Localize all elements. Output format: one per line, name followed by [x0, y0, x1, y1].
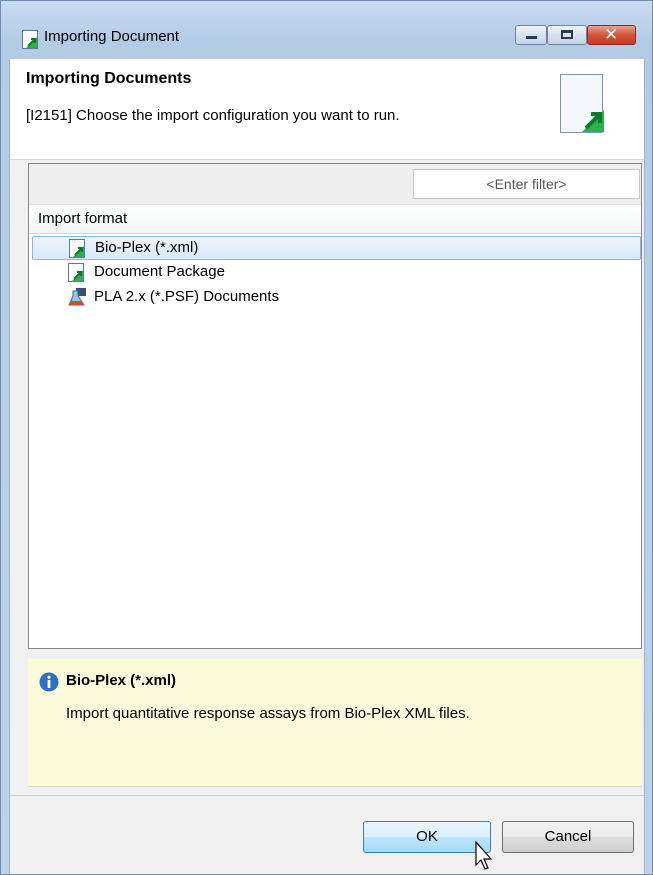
maximize-button[interactable]: [547, 25, 587, 45]
import-format-panel: Import format Bio-Plex (*.xml) Document …: [28, 163, 642, 649]
list-item-pla-psf[interactable]: PLA 2.x (*.PSF) Documents: [32, 286, 641, 310]
list-item-label: Bio-Plex (*.xml): [95, 239, 199, 256]
page-message: [I2151] Choose the import configuration …: [26, 107, 400, 124]
minimize-icon: [526, 36, 537, 39]
page-title: Importing Documents: [26, 70, 192, 87]
button-bar-separator: [10, 795, 644, 796]
window-title: Importing Document: [44, 28, 180, 45]
title-bar[interactable]: Importing Document ✕: [1, 1, 652, 59]
import-wizard-icon: [560, 74, 604, 133]
pla-flask-icon: [68, 288, 86, 306]
filter-bar: [29, 164, 641, 205]
list-item-label: Document Package: [94, 263, 225, 280]
import-document-icon: [22, 30, 38, 49]
import-document-icon: [68, 263, 84, 282]
info-icon: [39, 672, 59, 692]
description-title: Bio-Plex (*.xml): [66, 672, 177, 689]
close-icon: ✕: [604, 25, 619, 45]
ok-button[interactable]: OK: [363, 821, 491, 853]
maximize-icon: [561, 30, 573, 39]
dialog-body: Importing Documents [I2151] Choose the i…: [9, 59, 645, 874]
close-button[interactable]: ✕: [587, 25, 636, 45]
column-header-import-format[interactable]: Import format: [29, 205, 641, 234]
import-dialog-window: Importing Document ✕ Importing Documents…: [0, 0, 653, 875]
cancel-button[interactable]: Cancel: [502, 821, 634, 853]
list-item-document-package[interactable]: Document Package: [32, 261, 641, 285]
import-document-icon: [69, 239, 85, 258]
list-item-label: PLA 2.x (*.PSF) Documents: [94, 288, 280, 305]
description-text: Import quantitative response assays from…: [66, 705, 470, 722]
column-header-label: Import format: [38, 210, 128, 227]
filter-input[interactable]: [413, 169, 640, 199]
mouse-cursor-icon: [475, 841, 493, 870]
list-item-bio-plex[interactable]: Bio-Plex (*.xml): [32, 236, 641, 260]
minimize-button[interactable]: [515, 25, 547, 45]
dialog-header: Importing Documents [I2151] Choose the i…: [10, 59, 644, 160]
description-area: Bio-Plex (*.xml) Import quantitative res…: [28, 659, 642, 787]
